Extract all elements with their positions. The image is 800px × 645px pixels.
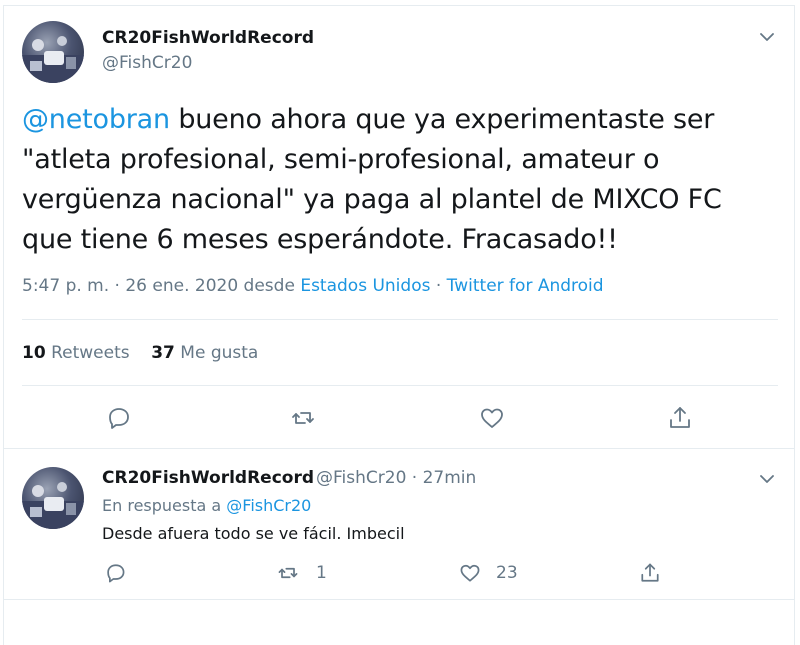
meta-separator: · — [430, 276, 447, 296]
mention-link[interactable]: @netobran — [22, 104, 170, 135]
retweets-count: 10 — [22, 343, 46, 363]
tweet-text: @netobran bueno ahora que ya experimenta… — [22, 100, 762, 260]
reply-prefix: En respuesta a — [102, 496, 227, 515]
reply-avatar[interactable] — [22, 467, 84, 529]
divider — [3, 599, 795, 600]
reply-to-link[interactable]: @FishCr20 — [226, 496, 311, 515]
location-link[interactable]: Estados Unidos — [300, 276, 430, 296]
author-name[interactable]: CR20FishWorldRecord — [102, 28, 314, 48]
reply-author-name[interactable]: CR20FishWorldRecord — [102, 468, 314, 488]
likes-count: 37 — [151, 343, 175, 363]
likes-stat[interactable]: 37 Me gusta — [151, 343, 258, 363]
reply-icon[interactable] — [103, 561, 127, 585]
avatar[interactable] — [22, 21, 84, 83]
timestamp[interactable]: 5:47 p. m. · 26 ene. 2020 desde — [22, 276, 300, 296]
share-icon[interactable] — [666, 404, 694, 432]
retweet-icon[interactable] — [276, 561, 300, 585]
like-icon[interactable] — [458, 561, 482, 585]
divider — [3, 448, 795, 449]
engagement-stats: 10 Retweets 37 Me gusta — [22, 343, 258, 363]
reply-icon[interactable] — [104, 404, 132, 432]
likes-label: Me gusta — [174, 343, 259, 363]
share-icon[interactable] — [638, 561, 662, 585]
reply-text: Desde afuera todo se ve fácil. Imbecil — [102, 524, 405, 543]
reply-retweet-count: 1 — [316, 563, 327, 583]
retweets-label: Retweets — [45, 343, 130, 363]
chevron-down-icon[interactable] — [757, 27, 777, 47]
reply-like-count: 23 — [496, 563, 518, 583]
retweet-icon[interactable] — [289, 404, 317, 432]
tweet-metadata: 5:47 p. m. · 26 ene. 2020 desde Estados … — [22, 276, 604, 296]
divider — [22, 385, 778, 386]
divider — [22, 319, 778, 320]
like-icon[interactable] — [478, 404, 506, 432]
source-link[interactable]: Twitter for Android — [447, 276, 604, 296]
reply-author-handle[interactable]: @FishCr20 · 27min — [316, 468, 476, 488]
chevron-down-icon[interactable] — [757, 469, 777, 489]
author-handle[interactable]: @FishCr20 — [102, 53, 192, 73]
retweets-stat[interactable]: 10 Retweets — [22, 343, 130, 363]
in-reply-to: En respuesta a @FishCr20 — [102, 496, 311, 515]
